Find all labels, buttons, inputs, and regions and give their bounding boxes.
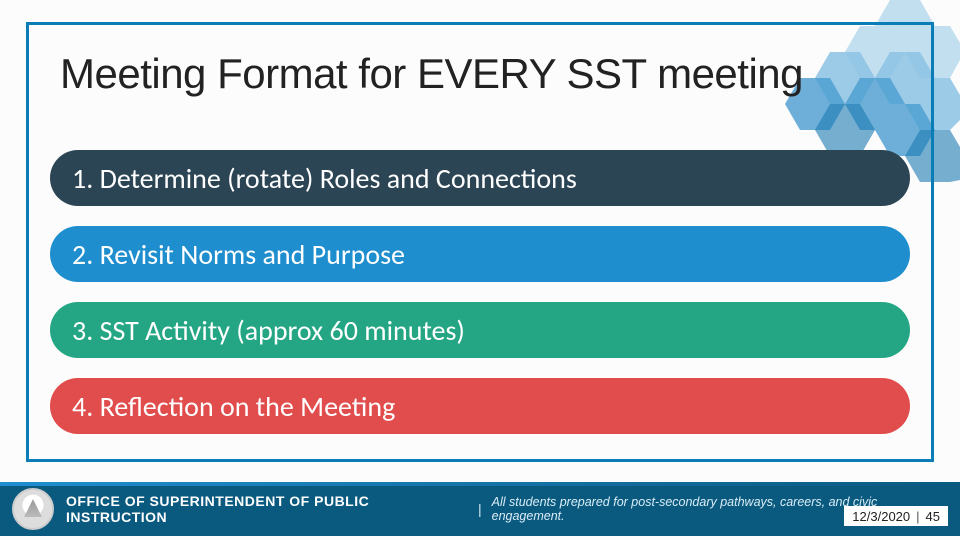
date-page-block: 12/3/2020 | 45 xyxy=(844,506,948,526)
footer-divider: | xyxy=(478,501,482,517)
step-1-label: 1. Determine (rotate) Roles and Connecti… xyxy=(72,161,577,196)
step-3-label: 3. SST Activity (approx 60 minutes) xyxy=(72,313,465,348)
step-list: 1. Determine (rotate) Roles and Connecti… xyxy=(50,150,910,434)
slide-number: 45 xyxy=(926,509,940,524)
date-page-separator: | xyxy=(916,509,919,524)
step-4-label: 4. Reflection on the Meeting xyxy=(72,389,395,424)
footer-accent-stripe xyxy=(0,482,960,486)
step-3: 3. SST Activity (approx 60 minutes) xyxy=(50,302,910,358)
agency-name: OFFICE OF SUPERINTENDENT OF PUBLIC INSTR… xyxy=(66,493,468,525)
agency-seal-icon xyxy=(12,488,54,530)
step-4: 4. Reflection on the Meeting xyxy=(50,378,910,434)
step-2-label: 2. Revisit Norms and Purpose xyxy=(72,237,405,272)
step-2: 2. Revisit Norms and Purpose xyxy=(50,226,910,282)
slide-date: 12/3/2020 xyxy=(852,509,910,524)
footer-bar: OFFICE OF SUPERINTENDENT OF PUBLIC INSTR… xyxy=(0,482,960,536)
step-1: 1. Determine (rotate) Roles and Connecti… xyxy=(50,150,910,206)
slide-title: Meeting Format for EVERY SST meeting xyxy=(60,50,803,98)
